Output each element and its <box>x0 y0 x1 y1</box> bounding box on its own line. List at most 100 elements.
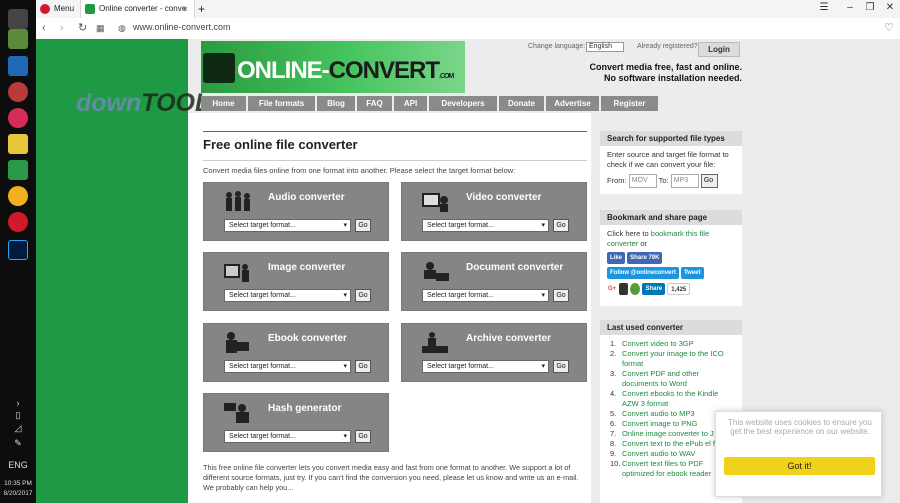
list-item[interactable]: Convert PDF and other documents to Word <box>610 369 735 389</box>
minimize-icon[interactable]: – <box>842 0 858 16</box>
reload-icon[interactable]: ↻ <box>78 21 87 35</box>
language-indicator[interactable]: ENG <box>0 460 36 470</box>
site-logo[interactable]: ONLINE-CONVERT.COM <box>201 41 465 93</box>
panel-title: Search for supported file types <box>600 131 742 146</box>
globe-icon: ◍ <box>118 23 126 33</box>
nav-developers[interactable]: Developers <box>429 96 497 111</box>
close-tab-icon[interactable]: × <box>183 0 188 18</box>
audio-icon <box>222 189 252 213</box>
converter-title: Archive converter <box>466 333 552 344</box>
go-button[interactable]: Go <box>553 360 569 373</box>
opera-icon <box>40 4 50 14</box>
logo-text: ONLINE-CONVERT.COM <box>237 57 454 84</box>
pen-icon[interactable]: ✎ <box>0 438 36 449</box>
stumbleupon-icon[interactable] <box>630 283 641 295</box>
tab-active[interactable]: Online converter - conve × <box>80 0 195 18</box>
search-description: Enter source and target file format to c… <box>607 150 729 169</box>
from-label: From: <box>607 175 627 185</box>
login-button[interactable]: Login <box>698 42 740 57</box>
clock-time[interactable]: 10:35 PM <box>0 480 36 487</box>
cookie-accept-button[interactable]: Got it! <box>724 457 875 475</box>
archive-icon <box>420 330 450 354</box>
already-registered-label: Already registered? <box>637 43 698 50</box>
list-item[interactable]: Convert video to 3GP <box>610 339 735 349</box>
document-converter-box: Document converter Select target format.… <box>401 252 587 311</box>
linkedin-share-button[interactable]: Share <box>642 283 666 295</box>
to-label: To: <box>658 175 669 185</box>
format-select[interactable]: Select target format... <box>224 430 351 443</box>
new-tab-button[interactable]: + <box>196 0 210 18</box>
close-icon[interactable]: ✕ <box>882 0 898 16</box>
app-icon[interactable] <box>8 29 28 49</box>
browser-chrome: Menu Online converter - conve × + ☰ – ❐ … <box>36 0 900 39</box>
delicious-icon[interactable] <box>619 283 629 295</box>
video-icon <box>420 189 450 213</box>
go-button[interactable]: Go <box>553 219 569 232</box>
format-select[interactable]: Select target format... <box>224 289 351 302</box>
file-explorer-icon[interactable] <box>8 134 28 154</box>
opera-icon[interactable] <box>8 212 28 232</box>
tweet-button[interactable]: Tweet <box>680 267 704 279</box>
page-title: Free online file converter <box>203 131 587 152</box>
format-select[interactable]: Select target format... <box>422 360 549 373</box>
bookmark-text: Click here to bookmark this file convert… <box>607 229 710 248</box>
nav-faq[interactable]: FAQ <box>357 96 392 111</box>
app-icon[interactable] <box>8 56 28 76</box>
go-button[interactable]: Go <box>355 360 371 373</box>
list-item[interactable]: Convert ebooks to the Kindle AZW 3 forma… <box>610 389 735 409</box>
audio-converter-box: Audio converter Select target format... … <box>203 182 389 241</box>
opera-menu-button[interactable]: Menu <box>36 0 80 18</box>
menu-lines-icon[interactable]: ☰ <box>816 0 832 16</box>
search-go-button[interactable]: Go <box>700 174 718 188</box>
chevron-up-icon[interactable]: › <box>0 398 36 408</box>
description-text: This free online file converter lets you… <box>203 463 579 492</box>
start-icon[interactable] <box>8 9 28 29</box>
app-icon[interactable] <box>8 160 28 180</box>
format-select[interactable]: Select target format... <box>422 219 549 232</box>
document-icon <box>420 259 450 283</box>
photoshop-icon[interactable] <box>8 240 28 260</box>
heart-icon[interactable]: ♡ <box>884 21 894 35</box>
app-icon[interactable] <box>8 82 28 102</box>
intro-text: Convert media files online from one form… <box>203 166 516 175</box>
clock-date[interactable]: 8/20/2017 <box>0 490 36 497</box>
google-plus-button[interactable]: G+ <box>607 283 618 295</box>
image-icon <box>222 259 252 283</box>
chrome-icon[interactable] <box>8 186 28 206</box>
converter-title: Document converter <box>466 262 564 273</box>
format-select[interactable]: Select target format... <box>422 289 549 302</box>
nav-file-formats[interactable]: File formats <box>248 96 315 111</box>
nav-donate[interactable]: Donate <box>499 96 544 111</box>
restore-icon[interactable]: ❐ <box>862 0 878 16</box>
go-button[interactable]: Go <box>553 289 569 302</box>
go-button[interactable]: Go <box>355 430 371 443</box>
nav-home[interactable]: Home <box>201 96 246 111</box>
back-icon[interactable]: ‹ <box>42 21 46 35</box>
nav-register[interactable]: Register <box>601 96 658 111</box>
speed-dial-icon[interactable]: ▦ <box>96 21 105 35</box>
nav-advertise[interactable]: Advertise <box>546 96 599 111</box>
nav-api[interactable]: API <box>394 96 427 111</box>
network-icon[interactable]: ◿ <box>0 423 36 434</box>
share-count: 1,425 <box>667 283 691 295</box>
nav-blog[interactable]: Blog <box>317 96 355 111</box>
facebook-like-button[interactable]: Like <box>607 252 626 264</box>
ebook-converter-box: Ebook converter Select target format... … <box>203 323 389 382</box>
to-input[interactable]: MP3 <box>670 174 699 188</box>
facebook-share-button[interactable]: Share 79K <box>627 252 663 264</box>
ebook-icon <box>222 330 252 354</box>
list-item[interactable]: Convert your image to the ICO format <box>610 349 735 369</box>
change-language-label: Change language: <box>528 43 586 50</box>
from-input[interactable]: MOV <box>628 174 657 188</box>
format-select[interactable]: Select target format... <box>224 219 351 232</box>
go-button[interactable]: Go <box>355 289 371 302</box>
logo-figure-icon <box>203 53 235 83</box>
go-button[interactable]: Go <box>355 219 371 232</box>
language-select[interactable]: English <box>586 42 624 52</box>
format-select[interactable]: Select target format... <box>224 360 351 373</box>
forward-icon[interactable]: › <box>60 21 64 35</box>
url-field[interactable]: www.online-convert.com <box>133 22 231 32</box>
app-icon[interactable] <box>8 108 28 128</box>
panel-title: Last used converter <box>600 320 742 335</box>
twitter-follow-button[interactable]: Follow @onlineconvert <box>607 267 679 279</box>
